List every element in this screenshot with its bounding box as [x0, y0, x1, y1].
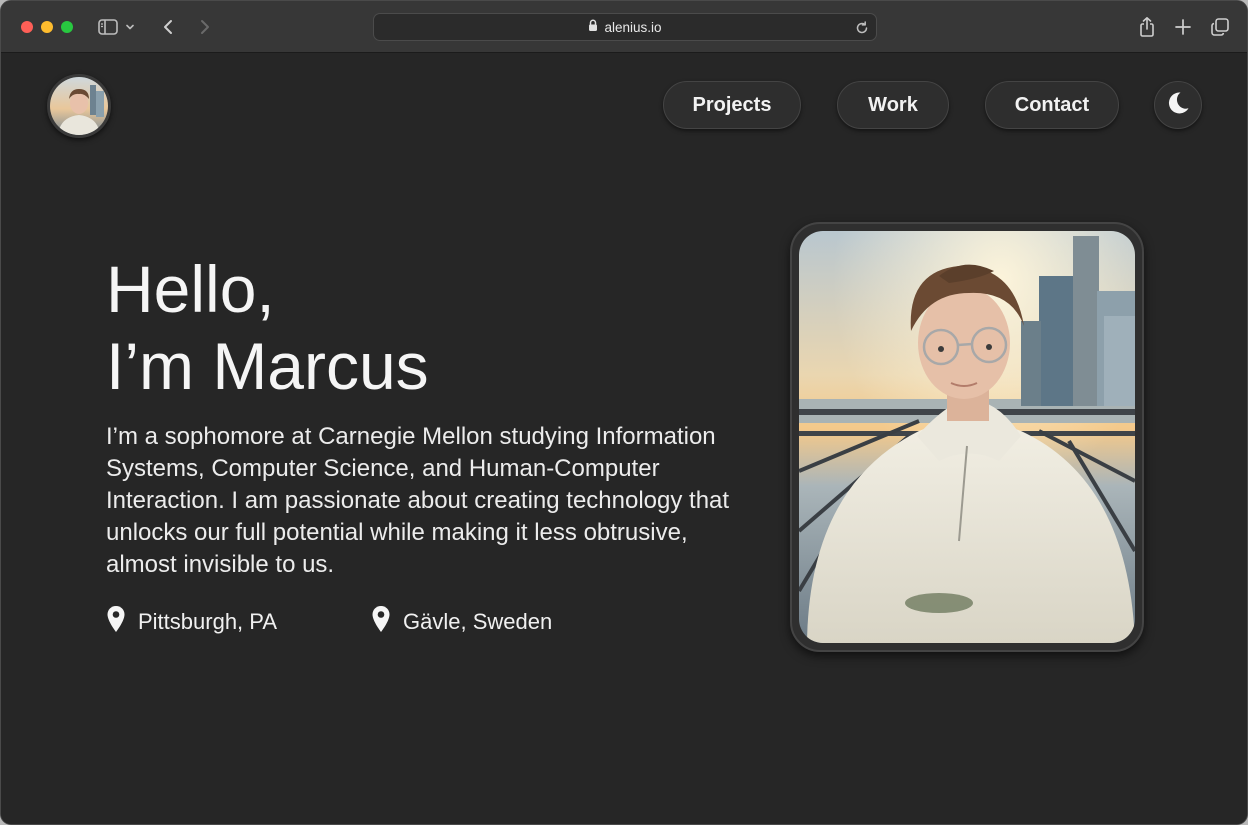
map-pin-icon — [106, 605, 126, 639]
back-icon[interactable] — [157, 15, 181, 39]
nav-projects-label: Projects — [692, 93, 772, 116]
new-tab-icon[interactable] — [1171, 15, 1195, 39]
browser-window: alenius.io Projects Work Contact Hello, … — [0, 0, 1248, 825]
chevron-down-icon[interactable] — [123, 15, 137, 39]
nav-contact-button[interactable]: Contact — [985, 81, 1119, 129]
portrait-frame — [790, 222, 1144, 652]
tabs-overview-icon[interactable] — [1208, 15, 1232, 39]
hero-title: Hello, I’m Marcus — [106, 251, 706, 405]
map-pin-icon — [371, 605, 391, 639]
forward-icon[interactable] — [192, 15, 216, 39]
theme-toggle-button[interactable] — [1154, 81, 1202, 129]
address-bar[interactable]: alenius.io — [373, 13, 877, 41]
minimize-window-button[interactable] — [41, 21, 53, 33]
location-gavle: Gävle, Sweden — [371, 605, 552, 639]
portrait-photo — [799, 231, 1135, 643]
browser-toolbar: alenius.io — [1, 1, 1247, 53]
page-content: Projects Work Contact Hello, I’m Marcus … — [1, 54, 1247, 824]
share-icon[interactable] — [1135, 15, 1159, 39]
hero-title-line1: Hello, — [106, 252, 275, 326]
avatar[interactable] — [47, 74, 111, 138]
url-text: alenius.io — [604, 19, 662, 35]
nav-projects-button[interactable]: Projects — [663, 81, 801, 129]
nav-work-button[interactable]: Work — [837, 81, 949, 129]
reload-icon[interactable] — [854, 20, 870, 36]
sidebar-icon[interactable] — [96, 15, 120, 39]
nav-work-label: Work — [868, 93, 918, 116]
moon-icon — [1164, 89, 1192, 122]
lock-icon — [588, 19, 598, 35]
hero-title-line2: I’m Marcus — [106, 329, 429, 403]
location-pittsburgh: Pittsburgh, PA — [106, 605, 277, 639]
location-label: Pittsburgh, PA — [138, 609, 277, 634]
nav-contact-label: Contact — [1014, 93, 1090, 116]
location-label: Gävle, Sweden — [403, 609, 553, 634]
close-window-button[interactable] — [21, 21, 33, 33]
zoom-window-button[interactable] — [61, 21, 73, 33]
bio-text: I’m a sophomore at Carnegie Mellon study… — [106, 423, 730, 578]
